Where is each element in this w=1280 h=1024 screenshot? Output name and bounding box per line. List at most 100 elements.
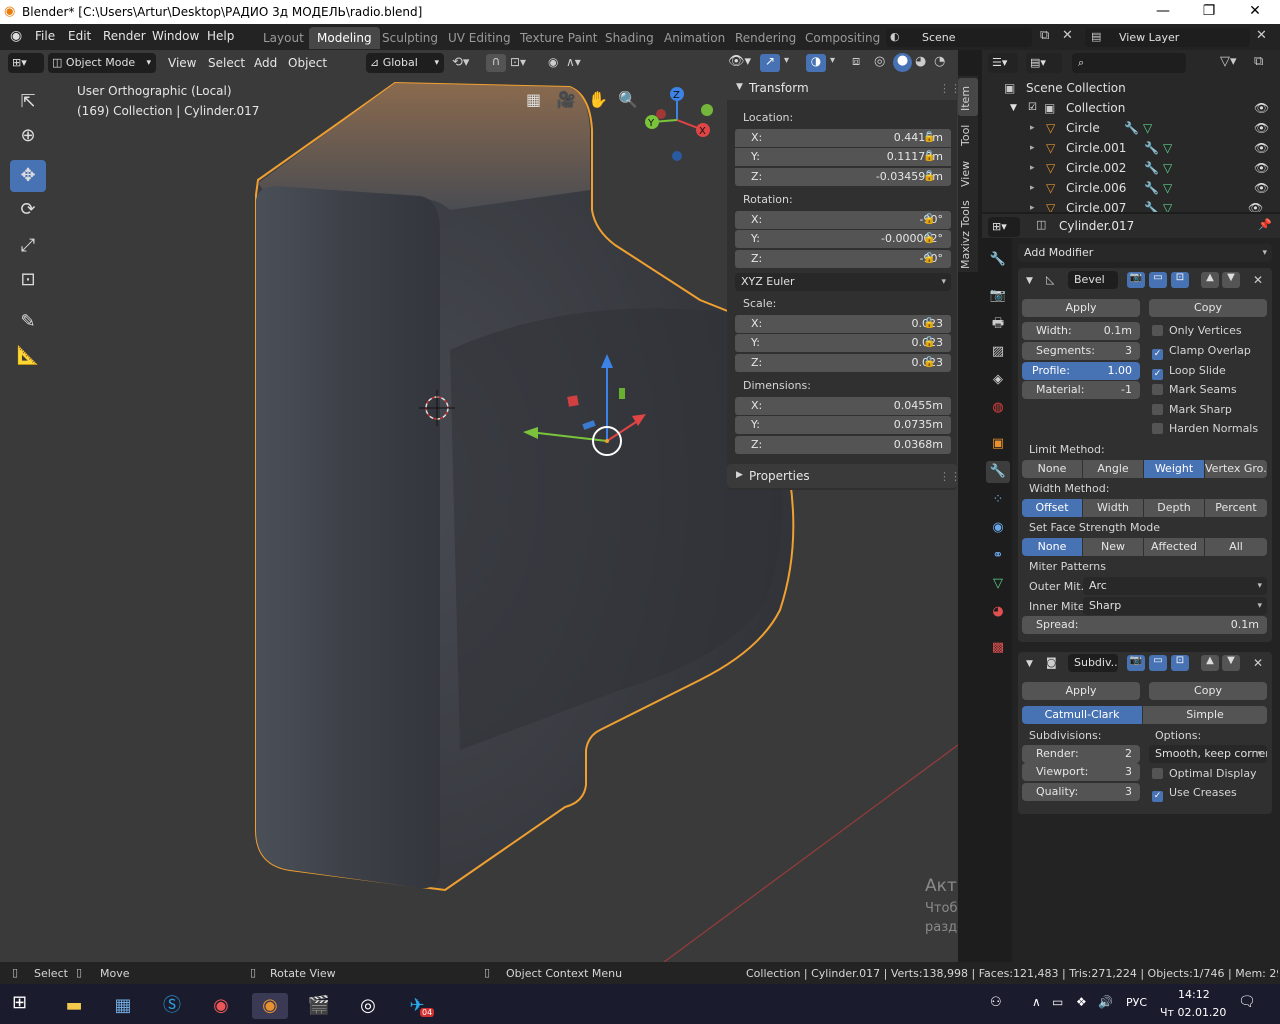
xray-toggle-icon[interactable]: ⧈: [852, 54, 860, 69]
bevel-material-field[interactable]: Material: -1: [1022, 381, 1140, 399]
tab-layout[interactable]: Layout: [255, 27, 312, 49]
sidebar-tab-view[interactable]: View: [959, 158, 977, 190]
blender-taskbar-icon[interactable]: ◉: [252, 993, 288, 1019]
rotation-x-field[interactable]: X: -90°: [735, 211, 951, 229]
limit-none-button[interactable]: None: [1022, 460, 1082, 478]
properties-panel-header[interactable]: ▶ Properties ⋮⋮: [727, 464, 961, 488]
transform-panel-header[interactable]: ▼ Transform ⋮⋮: [727, 76, 961, 100]
render-toggle-icon[interactable]: 📷: [1127, 655, 1145, 671]
width-offset-button[interactable]: Offset: [1022, 499, 1082, 517]
viewport-toggle-icon[interactable]: ▭: [1149, 655, 1167, 671]
delete-scene-icon[interactable]: ✕: [1062, 28, 1073, 43]
chevron-down-icon[interactable]: ▾: [784, 55, 789, 66]
chevron-down-icon[interactable]: ▼: [1026, 659, 1033, 669]
pan-hand-icon[interactable]: ✋: [588, 90, 608, 109]
eye-icon[interactable]: 👁: [1254, 118, 1269, 138]
viewport-menu-object[interactable]: Object: [288, 56, 327, 70]
lock-icon[interactable]: 🔓: [923, 337, 937, 349]
eye-icon[interactable]: 👁: [1254, 158, 1269, 178]
location-z-field[interactable]: Z: -0.034593m: [735, 168, 951, 186]
move-down-icon[interactable]: ▼: [1222, 655, 1240, 671]
viewport-menu-view[interactable]: View: [168, 56, 196, 70]
eye-icon[interactable]: 👁: [1248, 198, 1263, 212]
editor-type-selector[interactable]: ⊞▾: [8, 53, 44, 73]
spread-field[interactable]: Spread: 0.1m: [1022, 616, 1267, 634]
annotate-tool[interactable]: ✎: [10, 306, 46, 338]
scale-tool[interactable]: ⤢: [10, 230, 46, 262]
bevel-name-field[interactable]: Bevel: [1068, 271, 1118, 289]
location-x-field[interactable]: X: 0.4416m: [735, 129, 951, 147]
editmode-toggle-icon[interactable]: ⊡: [1171, 272, 1189, 288]
outliner-scene-collection[interactable]: ▣ Scene Collection: [988, 78, 1276, 98]
outliner-search-input[interactable]: ⌕: [1072, 53, 1186, 73]
dimensions-x-field[interactable]: X: 0.0455m: [735, 397, 951, 415]
lock-icon[interactable]: 🔓: [923, 171, 937, 183]
lock-icon[interactable]: 🔓: [923, 151, 937, 163]
mark-seams-checkbox[interactable]: Mark Seams: [1152, 382, 1237, 398]
solid-shading-icon[interactable]: ●: [893, 53, 912, 72]
lock-icon[interactable]: 🔓: [923, 318, 937, 330]
add-modifier-dropdown[interactable]: Add Modifier ▾: [1018, 244, 1272, 262]
quality-field[interactable]: Quality: 3: [1022, 783, 1140, 801]
face-strength-new-button[interactable]: New: [1083, 538, 1143, 556]
tab-constraints[interactable]: ⚭: [986, 545, 1010, 567]
tab-modifier-properties[interactable]: 🔧: [986, 461, 1010, 483]
cursor-tool[interactable]: ⊕: [10, 120, 46, 152]
rotation-y-field[interactable]: Y: -0.000002°: [735, 230, 951, 248]
visibility-icon[interactable]: 👁▾: [728, 54, 751, 69]
width-percent-button[interactable]: Percent: [1205, 499, 1267, 517]
outliner-item-circle[interactable]: ▸ ▽ Circle 🔧 ▽ 👁: [988, 118, 1276, 138]
scale-y-field[interactable]: Y: 0.023: [735, 334, 951, 352]
tab-output-properties[interactable]: 🖶: [986, 313, 1010, 335]
bevel-width-field[interactable]: Width: 0.1m: [1022, 322, 1140, 340]
tab-scene-properties[interactable]: ◈: [986, 369, 1010, 391]
loop-slide-checkbox[interactable]: ✓ Loop Slide: [1152, 363, 1226, 380]
lock-icon[interactable]: 🔓: [923, 132, 937, 144]
scale-z-field[interactable]: Z: 0.023: [735, 354, 951, 372]
outliner-item-circle-001[interactable]: ▸ ▽ Circle.001 🔧 ▽ 👁: [988, 138, 1276, 158]
clock-date[interactable]: Чт 02.01.20: [1160, 1006, 1226, 1019]
proportional-edit-icon[interactable]: ◉: [548, 55, 558, 69]
grid-view-icon[interactable]: ▦: [526, 90, 541, 109]
render-toggle-icon[interactable]: 📷: [1127, 272, 1145, 288]
clock-time[interactable]: 14:12: [1178, 988, 1210, 1001]
width-depth-button[interactable]: Depth: [1144, 499, 1204, 517]
lock-icon[interactable]: 🔓: [923, 357, 937, 369]
skype-icon[interactable]: Ⓢ: [154, 993, 190, 1019]
bevel-profile-slider[interactable]: Profile: 1.00: [1022, 362, 1140, 380]
file-explorer-icon[interactable]: ▬: [56, 993, 92, 1019]
menu-window[interactable]: Window: [152, 29, 199, 43]
tab-render-properties[interactable]: 📷: [986, 285, 1010, 307]
windows-start-icon[interactable]: ⊞: [12, 992, 27, 1013]
outliner-item-circle-002[interactable]: ▸ ▽ Circle.002 🔧 ▽ 👁: [988, 158, 1276, 178]
move-down-icon[interactable]: ▼: [1222, 272, 1240, 288]
network-icon[interactable]: ▭: [1052, 995, 1063, 1009]
pivot-point-icon[interactable]: ⟲▾: [452, 55, 469, 70]
outliner-item-circle-006[interactable]: ▸ ▽ Circle.006 🔧 ▽ 👁: [988, 178, 1276, 198]
catmull-clark-button[interactable]: Catmull-Clark: [1022, 706, 1142, 724]
optimal-display-checkbox[interactable]: Optimal Display: [1152, 766, 1257, 782]
display-mode-selector[interactable]: ▤▾: [1026, 53, 1062, 73]
filter-icon[interactable]: ▽▾: [1220, 54, 1237, 69]
checkbox-icon[interactable]: ☑: [1028, 98, 1037, 118]
tab-object-data[interactable]: ▽: [986, 573, 1010, 595]
calculator-icon[interactable]: ▦: [105, 993, 141, 1019]
rotate-tool[interactable]: ⟳: [10, 194, 46, 226]
minimize-button[interactable]: —: [1140, 0, 1186, 24]
move-up-icon[interactable]: ▲: [1201, 272, 1219, 288]
viewport-menu-add[interactable]: Add: [254, 56, 277, 70]
notification-icon[interactable]: 🗨: [1238, 994, 1256, 1010]
editmode-toggle-icon[interactable]: ⊡: [1171, 655, 1189, 671]
material-shading-icon[interactable]: ◕: [915, 54, 926, 69]
dimensions-y-field[interactable]: Y: 0.0735m: [735, 416, 951, 434]
subsurf-apply-button[interactable]: Apply: [1022, 682, 1140, 700]
menu-help[interactable]: Help: [207, 29, 234, 43]
eye-icon[interactable]: 👁: [1254, 98, 1269, 118]
viewport-menu-select[interactable]: Select: [208, 56, 245, 70]
maximize-button[interactable]: ❐: [1186, 0, 1232, 24]
move-tool[interactable]: ✥: [10, 160, 46, 192]
face-strength-all-button[interactable]: All: [1205, 538, 1267, 556]
face-strength-affected-button[interactable]: Affected: [1144, 538, 1204, 556]
tab-modeling[interactable]: Modeling: [309, 27, 380, 49]
outliner-editor-type[interactable]: ☰▾: [988, 53, 1018, 73]
